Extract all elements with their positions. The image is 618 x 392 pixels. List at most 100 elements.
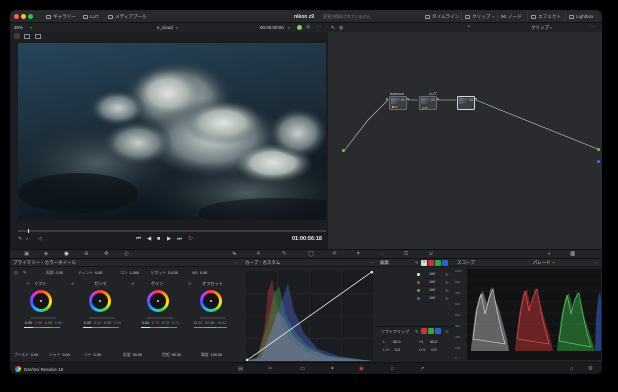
lut-button[interactable]: LUT: [83, 13, 99, 20]
zoom-level[interactable]: 30%: [14, 25, 23, 30]
sizing-icon[interactable]: ⇲: [428, 251, 433, 257]
link-icon[interactable]: ✎: [415, 260, 418, 265]
cut-page-icon[interactable]: ✂: [268, 366, 273, 372]
more-icon[interactable]: ⋯: [595, 260, 600, 266]
soft-clip-g-button[interactable]: [428, 328, 434, 334]
go-to-start-icon[interactable]: ⏮: [136, 236, 141, 243]
media-page-icon[interactable]: ▤: [238, 366, 243, 372]
offset-r-value[interactable]: 26.65: [193, 321, 203, 325]
gamma-r-value[interactable]: 0.00: [93, 321, 102, 325]
play-reverse-icon[interactable]: ◀: [147, 236, 151, 242]
loop-icon[interactable]: ↻: [188, 235, 193, 242]
reset-icon[interactable]: ⟲: [26, 281, 29, 286]
blur-icon[interactable]: ◌: [380, 251, 383, 257]
chevron-down-icon[interactable]: ▾: [30, 26, 32, 30]
lightbox-button[interactable]: Lightbox: [569, 13, 593, 20]
rgb-mixer-icon[interactable]: ✥: [104, 251, 109, 257]
magic-mask-icon[interactable]: ✦: [356, 251, 361, 257]
viewer-image[interactable]: [18, 43, 326, 220]
playhead[interactable]: [28, 229, 29, 233]
boost-field[interactable]: ブースト 0.00: [14, 353, 38, 358]
picker-icon[interactable]: ✎: [23, 270, 27, 276]
temp-field[interactable]: 再調 0.00: [46, 271, 63, 276]
node-balance[interactable]: 01: [389, 96, 407, 110]
lift-r-value[interactable]: 0.00: [34, 321, 43, 325]
zoom-window-button[interactable]: [28, 14, 33, 19]
more-icon[interactable]: ⋯: [590, 24, 595, 30]
scopes-icon[interactable]: ▥: [570, 251, 575, 257]
channel-r-button[interactable]: [428, 260, 434, 266]
reset-icon[interactable]: ⟲: [188, 281, 191, 286]
picker-icon[interactable]: ✎: [18, 236, 22, 242]
timeline-button[interactable]: タイムライン: [425, 13, 459, 20]
gamma-master-slider[interactable]: [89, 317, 115, 319]
key-icon[interactable]: ⚿: [404, 251, 408, 258]
more-icon[interactable]: ⋯: [370, 260, 375, 266]
node-selected[interactable]: 03: [457, 96, 475, 110]
nodes-button[interactable]: ⋈ ノード: [501, 13, 522, 20]
tint-field[interactable]: ティント 0.00: [78, 271, 102, 276]
hdr-icon[interactable]: ⊕: [84, 251, 89, 257]
chevron-down-icon[interactable]: ▾: [26, 237, 28, 241]
color-warper-icon[interactable]: ✳: [256, 251, 261, 257]
color-match-icon[interactable]: ◈: [44, 251, 48, 257]
mask-tool-icon[interactable]: [24, 33, 30, 39]
link-icon[interactable]: ✎: [415, 329, 418, 334]
offset-g-value[interactable]: 22.56: [205, 321, 215, 325]
reset-icon[interactable]: ⟲: [131, 281, 134, 286]
more-icon[interactable]: ⋯: [316, 24, 321, 30]
channel-y-button[interactable]: Y: [421, 260, 427, 266]
window-icon[interactable]: ◯: [308, 251, 314, 257]
soft-clip-b-button[interactable]: [435, 328, 441, 334]
pointer-icon[interactable]: ↖: [331, 25, 335, 31]
reset-icon[interactable]: ⟲: [445, 288, 448, 293]
input-node[interactable]: [342, 149, 345, 152]
minimize-window-button[interactable]: [21, 14, 26, 19]
sync-icon[interactable]: •: [468, 24, 470, 30]
soft-clip-low-soft[interactable]: L.S. 0.0: [383, 348, 400, 352]
chevron-down-icon[interactable]: ▾: [176, 26, 178, 30]
qualifier-icon[interactable]: ✎: [282, 251, 287, 257]
home-icon[interactable]: ⌂: [570, 366, 573, 372]
node-editor[interactable]: balance 01 LUT 02 LUT 03: [328, 32, 602, 249]
highlight-field[interactable]: ハイ 0.00: [84, 353, 101, 358]
color-wheels-icon[interactable]: ◉: [64, 251, 69, 257]
channel-g-button[interactable]: [435, 260, 441, 266]
lift-y-value[interactable]: 0.00: [24, 321, 33, 325]
gamma-g-value[interactable]: 0.00: [103, 321, 112, 325]
3d-icon[interactable]: ◐: [548, 251, 551, 257]
lift-b-value[interactable]: 0.00: [54, 321, 63, 325]
media-pool-button[interactable]: メディアプール: [108, 13, 147, 20]
r-intensity[interactable]: 100: [429, 280, 435, 284]
clips-button[interactable]: クリップ ▾: [465, 13, 494, 20]
close-window-button[interactable]: [14, 14, 19, 19]
luma-field[interactable]: 輝度 100.00: [201, 353, 222, 358]
soft-clip-low[interactable]: L 50.0: [383, 340, 401, 344]
gain-g-value[interactable]: 0.72: [161, 321, 170, 325]
fairlight-page-icon[interactable]: ♫: [390, 366, 394, 372]
offset-master-slider[interactable]: [200, 317, 226, 319]
color-page-icon[interactable]: ◉: [359, 366, 364, 372]
gallery-button[interactable]: ギャラリー: [46, 13, 76, 20]
lift-master-slider[interactable]: [30, 317, 56, 319]
offset-b-value[interactable]: 18.81: [217, 321, 227, 325]
deliver-page-icon[interactable]: ➚: [420, 366, 425, 372]
soft-clip-r-button[interactable]: [421, 328, 427, 334]
auto-balance-icon[interactable]: ⊙: [14, 270, 18, 276]
motion-effects-icon[interactable]: ◎: [124, 251, 129, 257]
reset-icon[interactable]: ⟲: [445, 296, 448, 301]
y-intensity[interactable]: 100: [429, 272, 435, 276]
node-lut[interactable]: 02 LUT: [419, 96, 437, 110]
saturation-field[interactable]: 彩度 50.00: [123, 353, 142, 358]
chevron-down-icon[interactable]: ▾: [553, 261, 555, 265]
hand-icon[interactable]: ◍: [339, 25, 343, 31]
audio-icon[interactable]: ◁: [38, 236, 42, 242]
scrubber[interactable]: [18, 230, 326, 232]
gain-r-value[interactable]: 0.73: [151, 321, 160, 325]
gain-b-value[interactable]: 0.71: [171, 321, 180, 325]
settings-icon[interactable]: ⚙: [588, 366, 593, 372]
output-alpha-node[interactable]: [597, 160, 600, 163]
pivot-field[interactable]: ピボット 0.435: [151, 271, 178, 276]
fusion-page-icon[interactable]: ✦: [330, 366, 335, 372]
hue-field[interactable]: 色相 50.00: [162, 353, 181, 358]
